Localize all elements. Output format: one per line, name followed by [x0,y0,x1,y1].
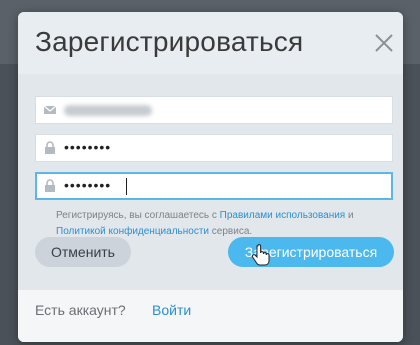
email-value-blurred [64,105,152,116]
hand-cursor-icon [251,244,270,266]
dialog-title: Зарегистрироваться [35,26,304,57]
password-field[interactable]: •••••••• [35,134,393,162]
lock-icon [45,141,55,154]
privacy-link[interactable]: Политикой конфиденциальности [56,226,209,237]
lock-icon [45,179,55,192]
email-field[interactable] [35,96,393,124]
terms-link[interactable]: Правилами использования [220,210,346,221]
password-value: •••••••• [64,139,112,155]
consent-prefix: Регистрируясь, вы соглашаетесь с [56,210,220,221]
close-icon [375,34,393,52]
dialog-header: Зарегистрироваться [18,12,403,74]
consent-middle: и [345,210,354,221]
consent-text: Регистрируясь, вы соглашаетесь с Правила… [56,208,386,240]
have-account-text: Есть аккаунт? [35,302,126,318]
cancel-button[interactable]: Отменить [35,237,131,267]
close-button[interactable] [373,32,395,54]
password-confirm-field[interactable]: •••••••• [35,172,393,200]
login-link[interactable]: Войти [152,302,191,318]
consent-suffix: сервиса. [209,226,253,237]
envelope-icon [43,105,57,114]
dialog-footer: Есть аккаунт? Войти [18,290,403,342]
text-caret [126,178,127,195]
dialog-body: •••••••• •••••••• Регистрируясь, вы согл… [18,74,403,290]
register-dialog: Зарегистрироваться •••••••• •••••••• Рег… [18,12,403,342]
password-confirm-value: •••••••• [64,177,112,193]
